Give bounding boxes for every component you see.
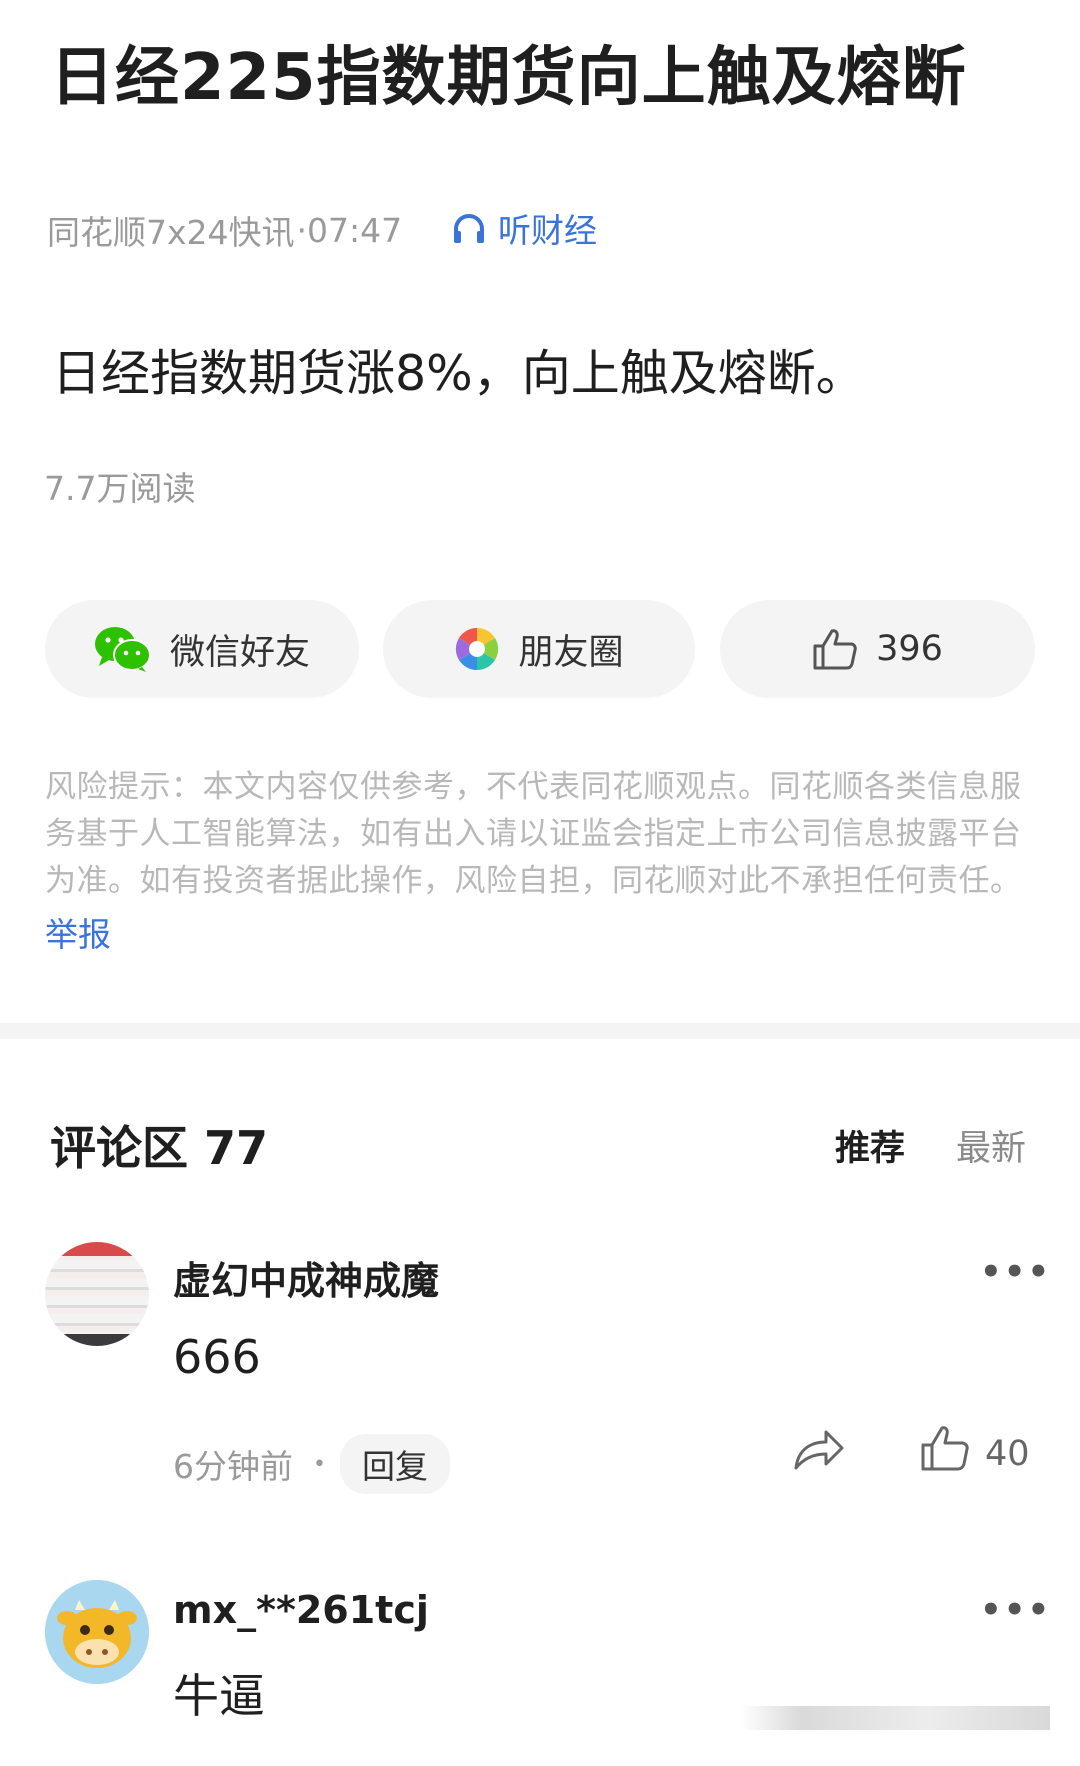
risk-disclaimer: 风险提示：本文内容仅供参考，不代表同花顺观点。同花顺各类信息服务基于人工智能算法… <box>45 769 1022 899</box>
read-count: 7.7万阅读 <box>44 469 196 508</box>
article-like-count: 396 <box>876 629 943 669</box>
comment-like-count: 40 <box>985 1434 1030 1474</box>
sort-recommended-tab[interactable]: 推荐 <box>835 1120 905 1171</box>
separator-dot: • <box>313 1451 326 1477</box>
watermark-strip <box>740 1706 1050 1730</box>
more-options-icon[interactable]: ••• <box>980 1590 1051 1630</box>
comment-text: 牛逼 <box>173 1669 265 1723</box>
article-title: 日经225指数期货向上触及熔断 <box>50 41 967 115</box>
source-label: 同花顺7x24快讯 <box>47 213 295 252</box>
share-wechat-button[interactable]: 微信好友 <box>45 600 359 698</box>
cow-avatar-icon <box>45 1580 149 1684</box>
report-link[interactable]: 举报 <box>45 908 111 956</box>
share-moments-button[interactable]: 朋友圈 <box>383 600 695 698</box>
comment-username[interactable]: 虚幻中成神成魔 <box>173 1250 439 1305</box>
share-wechat-label: 微信好友 <box>169 632 310 673</box>
comment-username[interactable]: mx_**261tcj <box>173 1588 429 1632</box>
comments-header: 评论区 77 <box>50 1121 269 1175</box>
reply-button[interactable]: 回复 <box>339 1434 450 1494</box>
wechat-icon <box>94 625 152 673</box>
comment-meta: 6分钟前 • 回复 <box>173 1434 450 1494</box>
listen-button[interactable]: 听财经 <box>452 204 597 252</box>
more-options-icon[interactable]: ••• <box>980 1252 1051 1292</box>
comment-text: 666 <box>173 1330 261 1384</box>
listen-label: 听财经 <box>498 211 597 250</box>
avatar[interactable] <box>45 1580 149 1684</box>
comment-time: 6分钟前 <box>173 1447 293 1486</box>
section-divider <box>0 1023 1080 1039</box>
moments-icon <box>454 626 500 672</box>
publish-time: ·07:47 <box>296 210 403 250</box>
article-meta: 同花顺7x24快讯 ·07:47 <box>47 206 402 254</box>
article-body: 日经指数期货涨8%，向上触及熔断。 <box>52 345 865 402</box>
thumbs-up-icon <box>812 627 858 671</box>
share-moments-label: 朋友圈 <box>518 632 624 673</box>
sort-latest-tab[interactable]: 最新 <box>956 1120 1026 1171</box>
headphones-icon <box>454 214 484 243</box>
thumbs-up-icon[interactable] <box>920 1424 970 1476</box>
article-like-button[interactable]: 396 <box>720 600 1035 698</box>
share-icon[interactable] <box>792 1426 846 1476</box>
share-row: 微信好友 朋友圈 396 <box>45 600 1035 698</box>
avatar[interactable] <box>45 1242 149 1346</box>
